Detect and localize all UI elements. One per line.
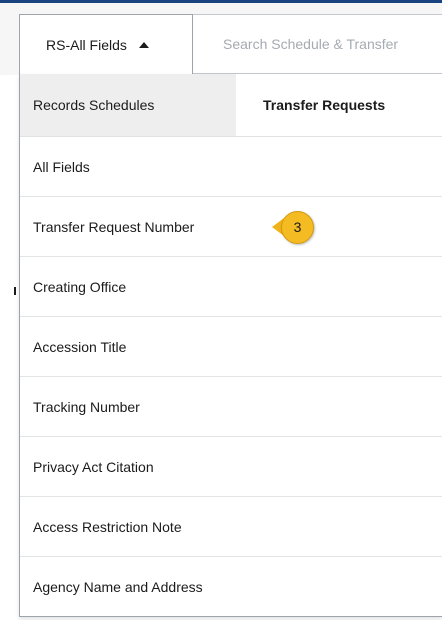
menu-item-label: Access Restriction Note: [33, 518, 182, 535]
menu-item-privacy-act-citation[interactable]: Privacy Act Citation: [20, 437, 442, 497]
tab-transfer-requests[interactable]: Transfer Requests: [236, 74, 442, 136]
background-page-fragment: [40, 612, 430, 620]
search-field-tabs: Records Schedules Transfer Requests: [20, 74, 442, 137]
menu-item-transfer-request-number[interactable]: Transfer Request Number 3: [20, 197, 442, 257]
menu-item-access-restriction-note[interactable]: Access Restriction Note: [20, 497, 442, 557]
caret-up-icon: [138, 41, 149, 48]
menu-item-all-fields[interactable]: All Fields: [20, 137, 442, 197]
tab-records-schedules[interactable]: Records Schedules: [20, 74, 236, 136]
menu-item-tracking-number[interactable]: Tracking Number: [20, 377, 442, 437]
menu-item-label: Tracking Number: [33, 398, 140, 415]
menu-item-creating-office[interactable]: Creating Office: [20, 257, 442, 317]
menu-item-accession-title[interactable]: Accession Title: [20, 317, 442, 377]
step-callout: 3: [272, 210, 314, 244]
search-input[interactable]: [193, 14, 442, 74]
menu-item-label: All Fields: [33, 158, 90, 175]
search-field-dropdown[interactable]: RS-All Fields: [19, 14, 193, 74]
step-number-badge: 3: [281, 210, 314, 244]
tab-label: Records Schedules: [33, 97, 155, 113]
menu-item-agency-name-and-address[interactable]: Agency Name and Address: [20, 557, 442, 617]
tab-label: Transfer Requests: [263, 97, 386, 113]
search-field-menu: Records Schedules Transfer Requests All …: [19, 74, 442, 617]
search-field-dropdown-label: RS-All Fields: [46, 36, 127, 53]
menu-item-label: Accession Title: [33, 338, 127, 355]
menu-item-label: Privacy Act Citation: [33, 458, 154, 475]
background-page-fragment: [14, 287, 16, 295]
menu-item-label: Creating Office: [33, 278, 127, 295]
menu-item-label: Transfer Request Number: [33, 218, 195, 235]
menu-item-label: Agency Name and Address: [33, 579, 203, 595]
